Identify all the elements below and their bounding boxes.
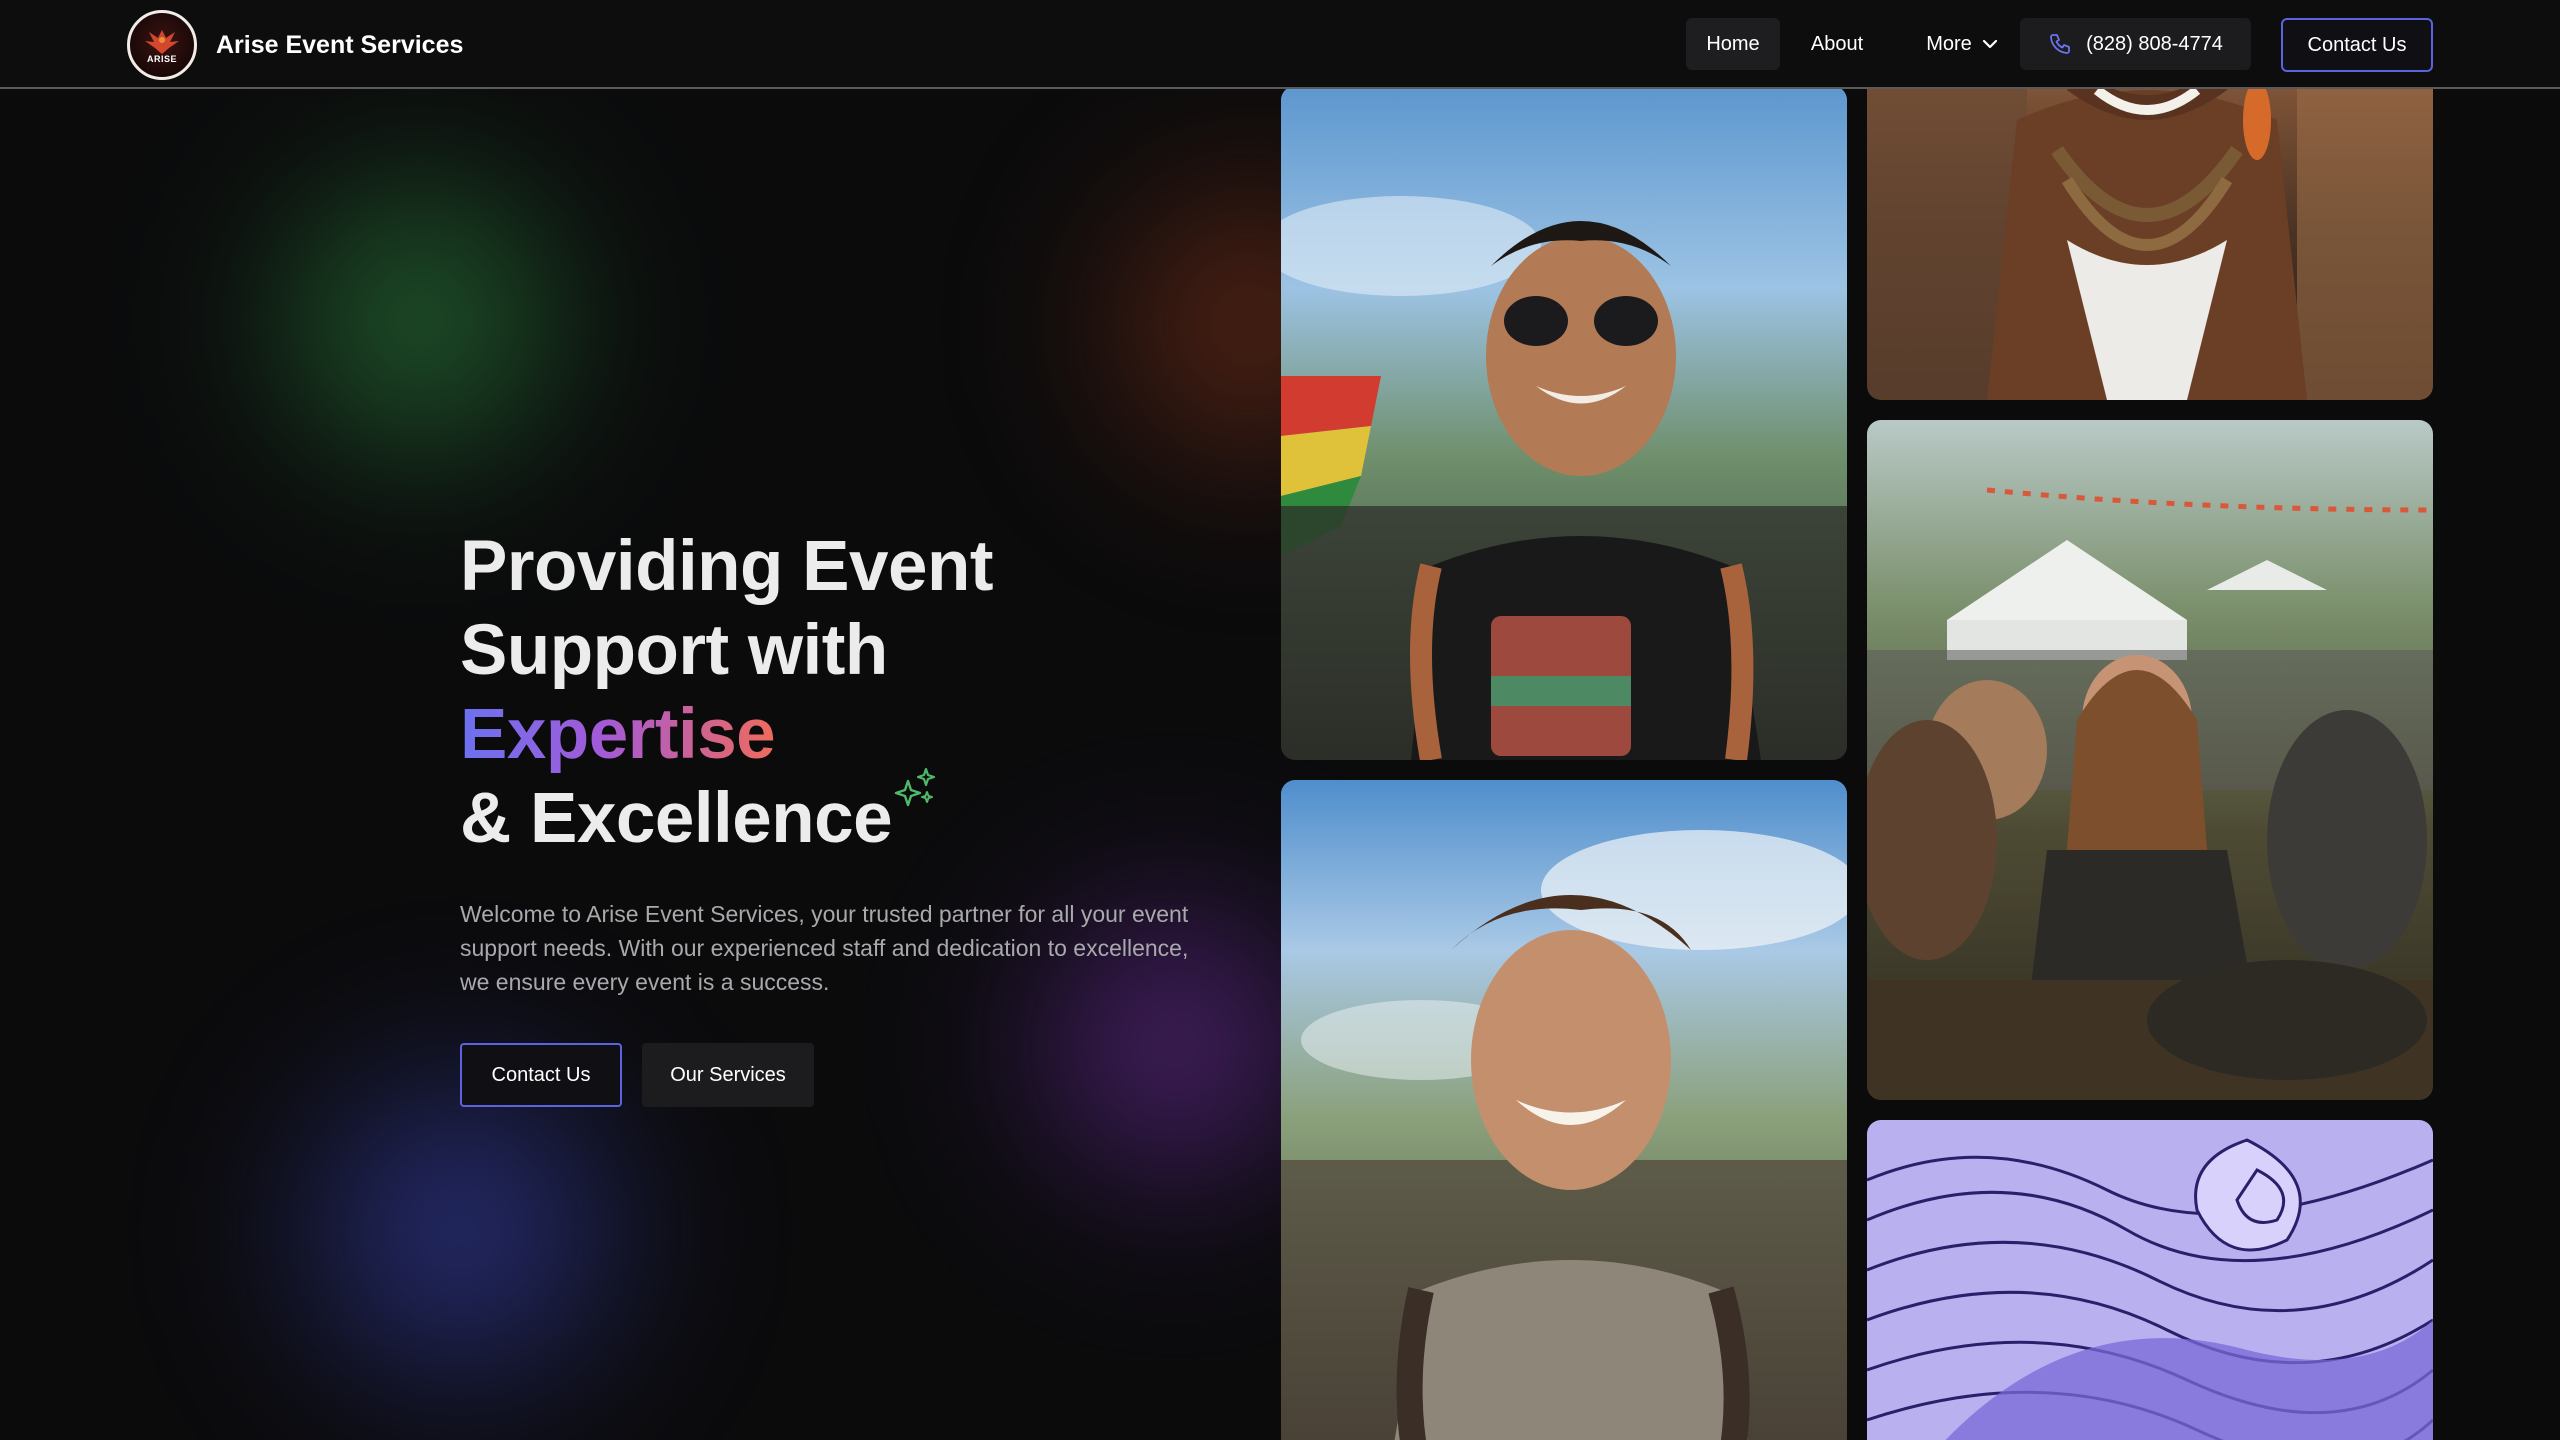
festival-photo-woman-necklace [1867, 60, 2433, 400]
site-header: ARISE Arise Event Services Home About Mo… [0, 0, 2560, 89]
hero-section: Providing Event Support with Expertise &… [460, 525, 1200, 1107]
festival-photo-crowd [1867, 420, 2433, 1100]
nav-about[interactable]: About [1792, 18, 1882, 70]
hero-title-highlight: Expertise [460, 695, 776, 774]
our-services-button[interactable]: Our Services [642, 1043, 814, 1107]
nav-home[interactable]: Home [1686, 18, 1780, 70]
festival-photo-man-sunglasses [1281, 86, 1847, 760]
hero-title-line1: Providing Event [460, 527, 993, 606]
phoenix-icon [145, 30, 179, 54]
phone-link[interactable]: (828) 808-4774 [2020, 18, 2251, 70]
logo-text: ARISE [146, 54, 177, 64]
hero-title-line3: & Excellence [460, 779, 893, 858]
header-contact-button[interactable]: Contact Us [2281, 18, 2433, 72]
hero-contact-button[interactable]: Contact Us [460, 1043, 622, 1107]
phone-icon [2050, 34, 2071, 54]
brand-link[interactable]: ARISE Arise Event Services [127, 10, 463, 80]
green-glow [200, 110, 640, 530]
hero-buttons: Contact Us Our Services [460, 1043, 1200, 1107]
festival-photo-smiling-man [1281, 780, 1847, 1440]
hero-description: Welcome to Arise Event Services, your tr… [460, 901, 1189, 995]
phone-number: (828) 808-4774 [2086, 33, 2223, 55]
nav-more-dropdown[interactable]: More [1898, 18, 2026, 70]
hero-title-line2: Support with [460, 611, 888, 690]
brand-name: Arise Event Services [216, 30, 464, 59]
purple-topographic-pattern [1867, 1120, 2433, 1440]
chevron-down-icon [1982, 39, 1997, 49]
hero-title: Providing Event Support with Expertise &… [460, 525, 1200, 861]
nav-more-label: More [1926, 33, 1972, 55]
sparkle-icon [894, 767, 936, 807]
logo: ARISE [127, 10, 197, 80]
